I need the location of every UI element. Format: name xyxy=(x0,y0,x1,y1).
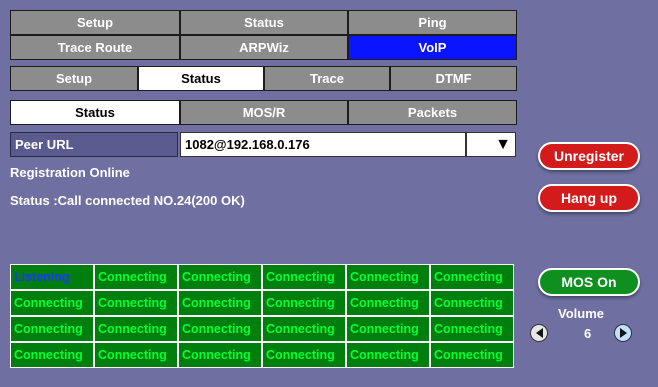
tab-status[interactable]: Status xyxy=(180,10,348,35)
peer-url-label: Peer URL xyxy=(10,132,178,157)
volume-up-button[interactable] xyxy=(614,324,632,342)
line-cell: Connecting xyxy=(94,264,178,290)
line-cell: Connecting xyxy=(94,316,178,342)
line-cell: Connecting xyxy=(178,290,262,316)
right-arrow-icon xyxy=(619,328,627,338)
line-cell: Connecting xyxy=(262,316,346,342)
line-cell: Connecting xyxy=(10,290,94,316)
line-status-grid: Listening Connecting Connecting Connecti… xyxy=(10,264,517,368)
registration-status: Registration Online xyxy=(10,165,130,180)
line-cell: Connecting xyxy=(94,290,178,316)
subsubtab-packets[interactable]: Packets xyxy=(348,100,517,125)
line-cell: Connecting xyxy=(178,342,262,368)
peer-url-dropdown-button[interactable]: ▼ xyxy=(466,132,516,157)
volume-down-button[interactable] xyxy=(530,324,548,342)
line-cell: Connecting xyxy=(10,316,94,342)
volume-value: 6 xyxy=(584,326,592,341)
subtab-trace[interactable]: Trace xyxy=(264,66,390,91)
subtab-setup[interactable]: Setup xyxy=(10,66,138,91)
line-cell: Connecting xyxy=(346,290,430,316)
subsubtab-mos-r[interactable]: MOS/R xyxy=(180,100,348,125)
line-cell: Connecting xyxy=(346,264,430,290)
line-cell: Connecting xyxy=(262,290,346,316)
line-cell: Connecting xyxy=(430,264,514,290)
subtab-status[interactable]: Status xyxy=(138,66,264,91)
tab-arpwiz[interactable]: ARPWiz xyxy=(180,35,348,60)
subsubtab-status[interactable]: Status xyxy=(10,100,180,125)
triangle-down-icon: ▼ xyxy=(495,135,511,153)
hang-up-button[interactable]: Hang up xyxy=(538,184,640,212)
line-cell: Listening xyxy=(10,264,94,290)
line-cell: Connecting xyxy=(262,342,346,368)
line-cell: Connecting xyxy=(94,342,178,368)
line-cell: Connecting xyxy=(346,342,430,368)
line-cell: Connecting xyxy=(346,316,430,342)
line-cell: Connecting xyxy=(178,316,262,342)
left-arrow-icon xyxy=(535,328,543,338)
tab-ping[interactable]: Ping xyxy=(348,10,517,35)
peer-url-input[interactable]: 1082@192.168.0.176 xyxy=(180,132,466,157)
line-cell: Connecting xyxy=(430,290,514,316)
screen: Setup Status Ping Trace Route ARPWiz VoI… xyxy=(0,0,658,387)
tab-voip[interactable]: VoIP xyxy=(348,35,517,60)
call-status: Status :Call connected NO.24(200 OK) xyxy=(10,193,245,208)
mos-on-button[interactable]: MOS On xyxy=(538,268,640,296)
line-cell: Connecting xyxy=(430,316,514,342)
line-cell: Connecting xyxy=(262,264,346,290)
right-control-panel: Unregister Hang up MOS On Volume 6 xyxy=(518,0,658,387)
unregister-button[interactable]: Unregister xyxy=(538,142,640,170)
tab-trace-route[interactable]: Trace Route xyxy=(10,35,180,60)
line-cell: Connecting xyxy=(430,342,514,368)
line-cell: Connecting xyxy=(178,264,262,290)
volume-label: Volume xyxy=(558,306,604,321)
line-cell: Connecting xyxy=(10,342,94,368)
subtab-dtmf[interactable]: DTMF xyxy=(390,66,517,91)
tab-setup[interactable]: Setup xyxy=(10,10,180,35)
